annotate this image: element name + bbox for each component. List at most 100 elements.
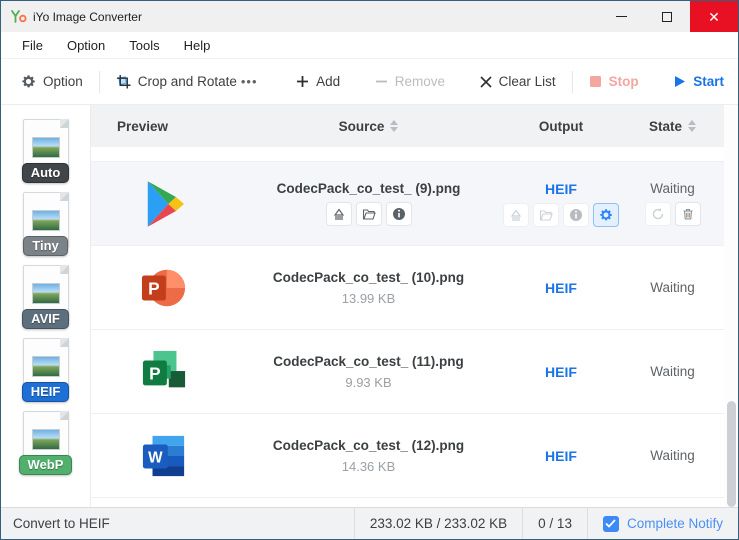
menu-option[interactable]: Option xyxy=(56,34,116,57)
file-name: CodecPack_co_test_ (11).png xyxy=(273,354,464,369)
play-icon xyxy=(673,75,686,88)
output-info-button[interactable] xyxy=(563,203,589,227)
format-webp-badge: WebP xyxy=(19,455,73,475)
sort-icon xyxy=(390,120,398,132)
window-title: iYo Image Converter xyxy=(33,10,142,24)
stop-button-label: Stop xyxy=(609,74,639,89)
file-size: 9.93 KB xyxy=(345,375,391,390)
format-auto[interactable]: Auto xyxy=(19,119,73,175)
format-tiny-badge: Tiny xyxy=(23,236,68,256)
refresh-icon xyxy=(651,207,665,221)
plus-icon xyxy=(296,75,309,88)
stop-icon xyxy=(589,75,602,88)
toolbar-separator xyxy=(572,71,573,93)
format-avif[interactable]: AVIF xyxy=(19,265,73,321)
header-state[interactable]: State xyxy=(621,119,724,134)
app-logo-icon xyxy=(10,9,27,24)
complete-notify-label: Complete Notify xyxy=(627,516,723,531)
retry-button[interactable] xyxy=(645,202,671,226)
publisher-icon: P xyxy=(138,346,190,398)
file-state: Waiting xyxy=(650,448,695,463)
convert-mode-label: Convert to HEIF xyxy=(1,516,354,531)
output-format[interactable]: HEIF xyxy=(545,364,577,380)
header-source[interactable]: Source xyxy=(236,119,501,134)
format-tiny[interactable]: Tiny xyxy=(19,192,73,248)
x-icon xyxy=(480,76,492,88)
minimize-icon xyxy=(616,16,627,17)
format-heif[interactable]: HEIF xyxy=(19,338,73,394)
output-settings-button[interactable] xyxy=(593,203,619,227)
output-open-folder-button[interactable] xyxy=(533,203,559,227)
file-state: Waiting xyxy=(650,364,695,379)
svg-text:P: P xyxy=(149,363,161,383)
output-format[interactable]: HEIF xyxy=(545,181,577,197)
scrollbar-thumb[interactable] xyxy=(727,401,736,507)
start-button[interactable]: Start xyxy=(673,74,724,89)
powerpoint-icon: P xyxy=(138,262,190,314)
file-name: CodecPack_co_test_ (9).png xyxy=(277,181,461,196)
close-button[interactable]: ✕ xyxy=(690,1,738,32)
add-button[interactable]: Add xyxy=(296,74,340,89)
checkbox-checked-icon xyxy=(603,516,619,532)
format-sidebar: Auto Tiny AVIF HEIF WebP xyxy=(1,105,91,507)
source-open-folder-button[interactable] xyxy=(356,202,382,226)
clear-list-label: Clear List xyxy=(499,74,556,89)
crop-icon xyxy=(116,74,131,89)
source-info-button[interactable] xyxy=(386,202,412,226)
header-preview: Preview xyxy=(91,119,236,134)
eject-icon xyxy=(332,207,346,221)
crop-rotate-button[interactable]: Crop and Rotate xyxy=(116,74,237,89)
folder-icon xyxy=(539,208,553,222)
clear-list-button[interactable]: Clear List xyxy=(480,74,556,89)
minimize-button[interactable] xyxy=(598,1,644,32)
crop-rotate-label: Crop and Rotate xyxy=(138,74,237,89)
google-play-icon xyxy=(138,178,190,230)
option-button-label: Option xyxy=(43,74,83,89)
toolbar-separator xyxy=(99,71,100,93)
complete-notify-toggle[interactable]: Complete Notify xyxy=(587,508,738,539)
folder-icon xyxy=(362,207,376,221)
maximize-button[interactable] xyxy=(644,1,690,32)
file-state: Waiting xyxy=(650,181,695,196)
maximize-icon xyxy=(662,12,672,22)
output-format[interactable]: HEIF xyxy=(545,448,577,464)
add-button-label: Add xyxy=(316,74,340,89)
vertical-scrollbar[interactable] xyxy=(724,105,738,507)
output-eject-button[interactable] xyxy=(503,203,529,227)
gear-icon xyxy=(21,74,36,89)
app-window: iYo Image Converter ✕ File Option Tools … xyxy=(0,0,739,540)
table-row[interactable]: P CodecPack_co_test_ (11).png 9.93 KB HE… xyxy=(91,330,738,414)
minus-icon xyxy=(375,75,388,88)
close-icon: ✕ xyxy=(708,10,720,24)
gear-icon xyxy=(599,208,613,222)
file-name: CodecPack_co_test_ (10).png xyxy=(273,270,464,285)
status-bar: Convert to HEIF 233.02 KB / 233.02 KB 0 … xyxy=(1,507,738,539)
sort-icon xyxy=(688,120,696,132)
output-format[interactable]: HEIF xyxy=(545,280,577,296)
menu-bar: File Option Tools Help xyxy=(1,32,738,59)
stop-button[interactable]: Stop xyxy=(589,74,639,89)
start-button-label: Start xyxy=(693,74,724,89)
format-heif-badge: HEIF xyxy=(22,382,70,402)
table-row[interactable]: P CodecPack_co_test_ (10).png 13.99 KB H… xyxy=(91,246,738,330)
file-table: Preview Source Output State xyxy=(91,105,738,507)
info-icon xyxy=(569,208,583,222)
remove-button[interactable]: Remove xyxy=(375,74,445,89)
menu-help[interactable]: Help xyxy=(173,34,222,57)
format-webp[interactable]: WebP xyxy=(19,411,73,467)
table-row[interactable]: W CodecPack_co_test_ (12).png 14.36 KB H… xyxy=(91,414,738,498)
word-icon: W xyxy=(138,430,190,482)
source-eject-button[interactable] xyxy=(326,202,352,226)
menu-tools[interactable]: Tools xyxy=(118,34,170,57)
remove-button-label: Remove xyxy=(395,74,445,89)
partially-scrolled-row xyxy=(91,147,738,162)
delete-button[interactable] xyxy=(675,202,701,226)
option-button[interactable]: Option xyxy=(21,74,83,89)
file-size: 14.36 KB xyxy=(342,459,396,474)
file-name: CodecPack_co_test_ (12).png xyxy=(273,438,464,453)
table-row[interactable]: CodecPack_co_test_ (9).png xyxy=(91,162,738,246)
info-icon xyxy=(392,207,406,221)
format-avif-badge: AVIF xyxy=(22,309,69,329)
menu-file[interactable]: File xyxy=(11,34,54,57)
more-tools-button[interactable]: ••• xyxy=(237,74,262,89)
